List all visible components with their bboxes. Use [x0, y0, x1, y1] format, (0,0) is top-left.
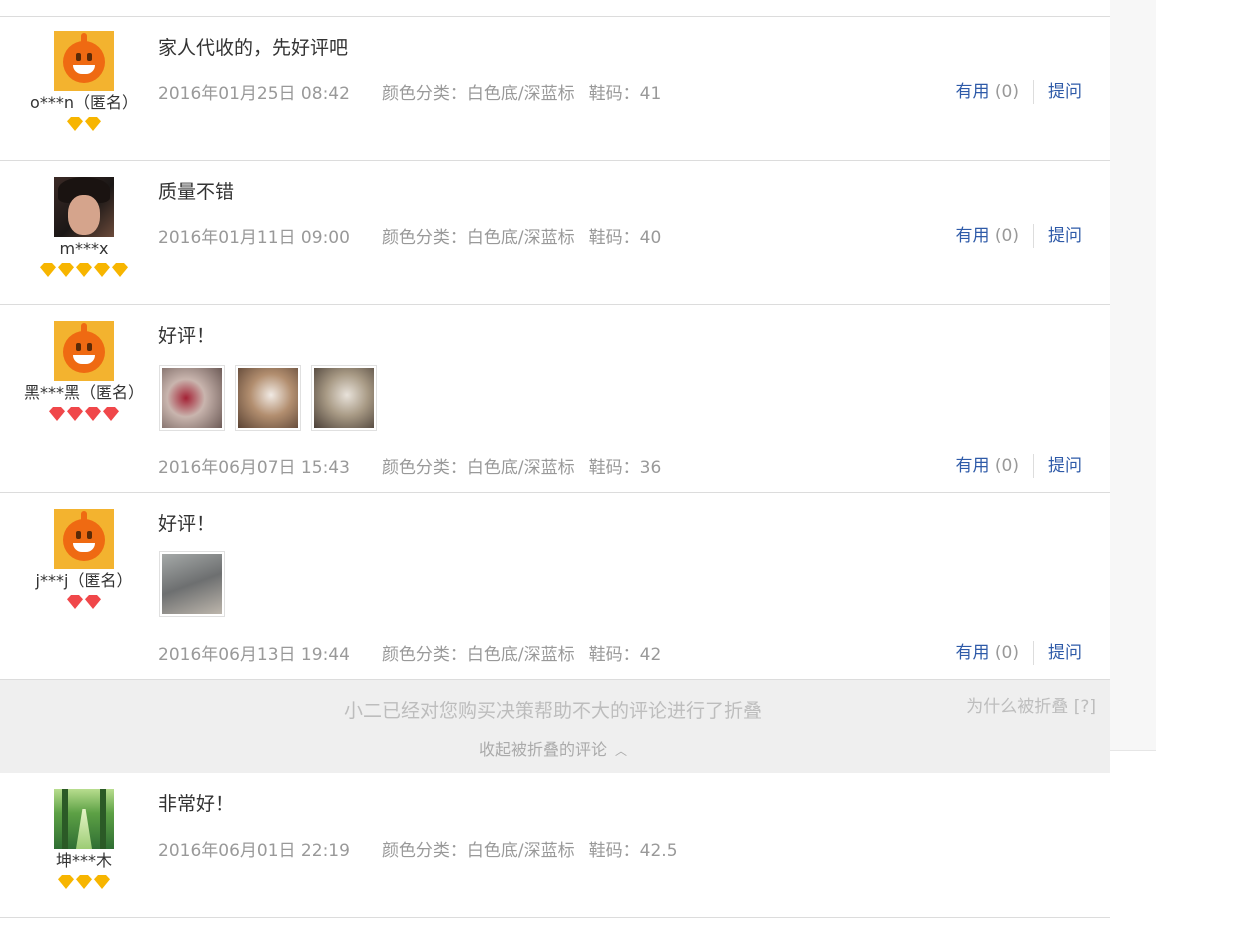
reviewer-info: j***j（匿名）: [0, 509, 168, 609]
diamond-icon: [67, 595, 83, 609]
credit-badges: [0, 117, 168, 131]
size-info: 鞋码：42.5: [588, 841, 678, 861]
size-info: 鞋码：36: [588, 458, 662, 478]
review-text: 质量不错: [158, 181, 235, 203]
review-date: 2016年06月13日 19:44: [158, 645, 350, 665]
reviewer-name: 黑***黑（匿名）: [23, 383, 144, 402]
review-image-thumbnail[interactable]: [311, 365, 377, 431]
ask-button[interactable]: 提问: [1048, 456, 1082, 476]
credit-badges: [0, 595, 168, 609]
diamond-icon: [58, 263, 74, 277]
review-item: j***j（匿名） 好评！ 2016年06月13日 19:44 颜色分类：白色底/…: [0, 493, 1110, 680]
review-actions: 有用 (0) 提问: [956, 451, 1082, 478]
ask-button[interactable]: 提问: [1048, 82, 1082, 102]
avatar[interactable]: [54, 177, 114, 237]
folded-message: 小二已经对您购买决策帮助不大的评论进行了折叠: [343, 700, 762, 722]
diamond-icon: [40, 263, 56, 277]
diamond-icon: [67, 407, 83, 421]
reviewer-info: m***x: [0, 177, 168, 277]
avatar[interactable]: [54, 789, 114, 849]
useful-button[interactable]: 有用 (0): [956, 643, 1020, 663]
sku-info: 颜色分类：白色底/深蓝标: [381, 841, 575, 861]
diamond-icon: [67, 117, 83, 131]
diamond-icon: [94, 263, 110, 277]
folded-reviews-notice: 小二已经对您购买决策帮助不大的评论进行了折叠 收起被折叠的评论 ︿ 为什么被折叠 …: [0, 680, 1110, 773]
diamond-icon: [103, 407, 119, 421]
diamond-icon: [85, 117, 101, 131]
divider: [1033, 641, 1034, 665]
ask-button[interactable]: 提问: [1048, 643, 1082, 663]
review-images: [159, 365, 387, 431]
useful-button[interactable]: 有用 (0): [956, 456, 1020, 476]
sku-info: 颜色分类：白色底/深蓝标: [381, 84, 575, 104]
ask-button[interactable]: 提问: [1048, 226, 1082, 246]
useful-button[interactable]: 有用 (0): [956, 226, 1020, 246]
divider: [0, 0, 1110, 17]
avatar[interactable]: [54, 31, 114, 91]
review-meta: 2016年06月01日 22:19 颜色分类：白色底/深蓝标 鞋码：42.5: [158, 836, 678, 861]
review-date: 2016年01月11日 09:00: [158, 228, 350, 248]
diamond-icon: [76, 875, 92, 889]
review-actions: 有用 (0) 提问: [956, 221, 1082, 248]
review-text: 好评！: [158, 325, 216, 347]
right-side-panel: [1110, 0, 1156, 751]
diamond-icon: [49, 407, 65, 421]
useful-button[interactable]: 有用 (0): [956, 82, 1020, 102]
divider: [1033, 80, 1034, 104]
diamond-icon: [112, 263, 128, 277]
chevron-up-icon: ︿: [615, 744, 628, 758]
size-info: 鞋码：40: [588, 228, 662, 248]
review-date: 2016年06月07日 15:43: [158, 458, 350, 478]
size-info: 鞋码：42: [588, 645, 662, 665]
sku-info: 颜色分类：白色底/深蓝标: [381, 645, 575, 665]
why-folded-link[interactable]: 为什么被折叠 [?]: [966, 692, 1096, 717]
credit-badges: [0, 875, 168, 889]
review-item: o***n（匿名） 家人代收的，先好评吧 2016年01月25日 08:42 颜色…: [0, 17, 1110, 161]
review-image-thumbnail[interactable]: [159, 551, 225, 617]
avatar[interactable]: [54, 321, 114, 381]
reviewer-name: 坤***木: [55, 851, 112, 870]
credit-badges: [0, 407, 168, 421]
review-actions: 有用 (0) 提问: [956, 77, 1082, 104]
sku-info: 颜色分类：白色底/深蓝标: [381, 458, 575, 478]
review-images: [159, 551, 235, 617]
review-text: 家人代收的，先好评吧: [158, 37, 349, 59]
review-meta: 2016年06月13日 19:44 颜色分类：白色底/深蓝标 鞋码：42: [158, 640, 661, 665]
reviewer-name: m***x: [59, 239, 109, 258]
review-actions: 有用 (0) 提问: [956, 638, 1082, 665]
diamond-icon: [85, 595, 101, 609]
collapse-folded-button[interactable]: 收起被折叠的评论 ︿: [0, 736, 1106, 760]
reviewer-name: o***n（匿名）: [30, 93, 138, 112]
diamond-icon: [85, 407, 101, 421]
credit-badges: [0, 263, 168, 277]
review-meta: 2016年06月07日 15:43 颜色分类：白色底/深蓝标 鞋码：36: [158, 453, 661, 478]
sku-info: 颜色分类：白色底/深蓝标: [381, 228, 575, 248]
diamond-icon: [76, 263, 92, 277]
folded-review-item: 坤***木 非常好！ 2016年06月01日 22:19 颜色分类：白色底/深蓝标…: [0, 773, 1110, 918]
review-image-thumbnail[interactable]: [235, 365, 301, 431]
avatar[interactable]: [54, 509, 114, 569]
reviewer-name: j***j（匿名）: [35, 571, 133, 590]
review-text: 非常好！: [158, 793, 235, 815]
review-item: m***x 质量不错 2016年01月11日 09:00 颜色分类：白色底/深蓝标…: [0, 161, 1110, 305]
divider: [1033, 224, 1034, 248]
review-text: 好评！: [158, 513, 216, 535]
reviewer-info: 坤***木: [0, 789, 168, 889]
divider: [1033, 454, 1034, 478]
review-date: 2016年01月25日 08:42: [158, 84, 350, 104]
review-list: o***n（匿名） 家人代收的，先好评吧 2016年01月25日 08:42 颜色…: [0, 0, 1110, 680]
diamond-icon: [94, 875, 110, 889]
reviewer-info: o***n（匿名）: [0, 31, 168, 131]
review-image-thumbnail[interactable]: [159, 365, 225, 431]
review-meta: 2016年01月25日 08:42 颜色分类：白色底/深蓝标 鞋码：41: [158, 79, 661, 104]
size-info: 鞋码：41: [588, 84, 662, 104]
review-meta: 2016年01月11日 09:00 颜色分类：白色底/深蓝标 鞋码：40: [158, 223, 661, 248]
review-item: 黑***黑（匿名） 好评！ 2016年06月07日 15:43 颜色分类：白色底/…: [0, 305, 1110, 493]
reviewer-info: 黑***黑（匿名）: [0, 321, 168, 421]
diamond-icon: [58, 875, 74, 889]
review-date: 2016年06月01日 22:19: [158, 841, 350, 861]
